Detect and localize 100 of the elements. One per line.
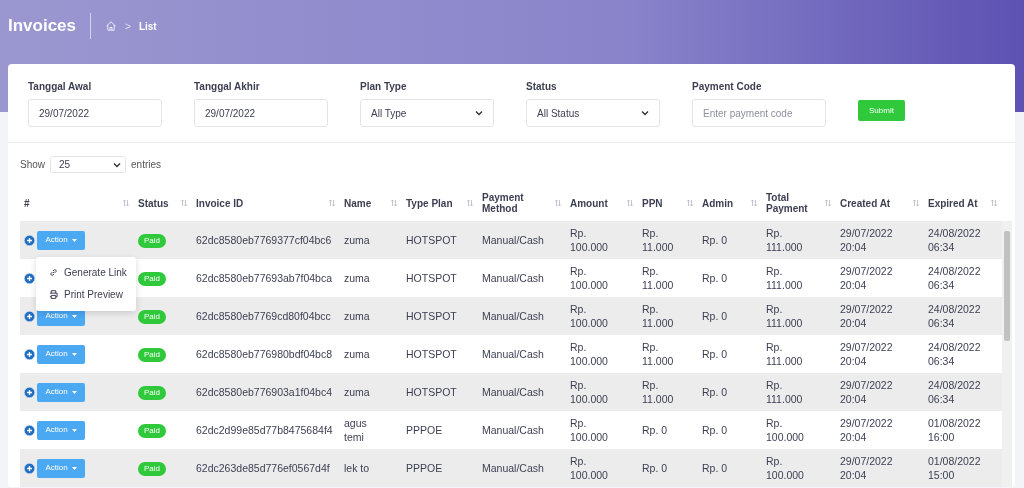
link-icon xyxy=(49,268,58,277)
sort-icon[interactable] xyxy=(912,199,920,207)
table-cell: Rp. 11.000 xyxy=(638,221,698,259)
expand-icon[interactable] xyxy=(24,310,35,322)
field-label: Tanggal Awal xyxy=(28,81,93,92)
menu-item[interactable]: Print Preview xyxy=(36,283,136,306)
status-badge: Paid xyxy=(138,310,166,324)
table-cell: zuma xyxy=(340,335,402,373)
table-cell: Rp. 100.000 xyxy=(762,449,836,487)
expand-icon[interactable] xyxy=(24,462,35,474)
table-cell: Rp. 100.000 xyxy=(566,259,638,297)
table-cell: Rp. 11.000 xyxy=(638,259,698,297)
column-label: Name xyxy=(344,197,372,209)
status-badge: Paid xyxy=(138,386,166,400)
input-field[interactable]: Enter payment code xyxy=(692,99,826,127)
sort-icon[interactable] xyxy=(626,199,634,207)
table-cell: agus temi xyxy=(340,411,402,449)
menu-item[interactable]: Generate Link xyxy=(36,261,136,284)
breadcrumb-separator: > xyxy=(125,20,131,32)
table-cell: Manual/Cash xyxy=(478,373,566,411)
table-cell: 62dc8580eb77693ab7f04bca xyxy=(192,259,340,297)
table-cell: 62dc263de85d776ef0567d4f xyxy=(192,449,340,487)
chevron-icon xyxy=(641,110,649,116)
caret-icon xyxy=(71,314,77,318)
table-cell: zuma xyxy=(340,373,402,411)
status-badge: Paid xyxy=(138,348,166,362)
table-cell: 29/07/2022 20:04 xyxy=(836,221,924,259)
breadcrumb-current: List xyxy=(138,20,157,32)
table-cell: Rp. 100.000 xyxy=(762,411,836,449)
column-label: Amount xyxy=(570,197,608,209)
table-cell: HOTSPOT xyxy=(402,259,478,297)
table-cell: Rp. 100.000 xyxy=(566,411,638,449)
entries-select[interactable]: 25 xyxy=(50,156,126,173)
table-cell: Rp. 100.000 xyxy=(566,297,638,335)
caret-icon xyxy=(71,352,77,356)
column-label: Invoice ID xyxy=(196,197,244,209)
table-cell: 24/08/2022 06:34 xyxy=(924,221,1002,259)
sort-icon[interactable] xyxy=(390,199,398,207)
column-label: Payment Method xyxy=(482,192,525,214)
table-cell: 01/08/2022 15:00 xyxy=(924,449,1002,487)
sort-icon[interactable] xyxy=(824,199,832,207)
table-cell: 01/08/2022 16:00 xyxy=(924,411,1002,449)
column-label: Type Plan xyxy=(406,197,453,209)
table-cell: Rp. 100.000 xyxy=(566,335,638,373)
page-title: Invoices xyxy=(8,16,77,36)
sort-icon[interactable] xyxy=(466,199,474,207)
table-cell: Rp. 0 xyxy=(698,411,762,449)
table-cell: Manual/Cash xyxy=(478,449,566,487)
expand-icon[interactable] xyxy=(24,348,35,360)
entries-label: entries xyxy=(131,159,162,170)
table-cell: 29/07/2022 20:04 xyxy=(836,335,924,373)
status-badge: Paid xyxy=(138,272,166,286)
sort-icon[interactable] xyxy=(990,199,998,207)
table-cell: 24/08/2022 06:34 xyxy=(924,335,1002,373)
table-cell: Rp. 100.000 xyxy=(566,221,638,259)
home-icon[interactable] xyxy=(105,20,118,32)
table-cell: 62dc8580eb776980bdf04bc8 xyxy=(192,335,340,373)
table-cell: 29/07/2022 20:04 xyxy=(836,411,924,449)
table-cell: 24/08/2022 06:34 xyxy=(924,297,1002,335)
table-cell: Rp. 111.000 xyxy=(762,297,836,335)
field-label: Tanggal Akhir xyxy=(194,81,261,92)
table-cell: Rp. 11.000 xyxy=(638,297,698,335)
table-cell: Rp. 111.000 xyxy=(762,221,836,259)
show-label: Show xyxy=(20,159,45,170)
field-label: Plan Type xyxy=(360,81,408,92)
table-cell: Rp. 0 xyxy=(698,335,762,373)
table-cell: 29/07/2022 20:04 xyxy=(836,449,924,487)
status-badge: Paid xyxy=(138,462,166,476)
table-cell: HOTSPOT xyxy=(402,221,478,259)
sort-icon[interactable] xyxy=(750,199,758,207)
caret-icon xyxy=(71,238,77,242)
chevron-icon xyxy=(113,161,121,168)
field-label: Status xyxy=(526,81,558,92)
table-cell: 29/07/2022 20:04 xyxy=(836,259,924,297)
table-cell: HOTSPOT xyxy=(402,297,478,335)
field-label: Payment Code xyxy=(692,81,763,92)
table-cell: 62dc8580eb7769377cf04bc6 xyxy=(192,221,340,259)
sort-icon[interactable] xyxy=(180,199,188,207)
table-cell: PPPOE xyxy=(402,449,478,487)
scrollbar[interactable] xyxy=(1002,221,1012,487)
caret-icon xyxy=(71,390,77,394)
table-cell: PPPOE xyxy=(402,411,478,449)
input-field[interactable]: 29/07/2022 xyxy=(194,99,328,127)
select-field[interactable]: All Status xyxy=(526,99,660,127)
input-field[interactable]: 29/07/2022 xyxy=(28,99,162,127)
expand-icon[interactable] xyxy=(24,386,35,398)
sort-icon[interactable] xyxy=(554,199,562,207)
sort-icon[interactable] xyxy=(122,199,130,207)
table-cell: Rp. 100.000 xyxy=(566,449,638,487)
column-label: PPN xyxy=(642,197,663,209)
select-field[interactable]: All Type xyxy=(360,99,494,127)
status-badge: Paid xyxy=(138,234,166,248)
sort-icon[interactable] xyxy=(686,199,694,207)
printer-icon xyxy=(49,290,58,299)
table-cell: Rp. 0 xyxy=(698,373,762,411)
expand-icon[interactable] xyxy=(24,272,35,284)
expand-icon[interactable] xyxy=(24,424,35,436)
column-label: # xyxy=(24,197,30,209)
expand-icon[interactable] xyxy=(24,234,35,246)
sort-icon[interactable] xyxy=(328,199,336,207)
